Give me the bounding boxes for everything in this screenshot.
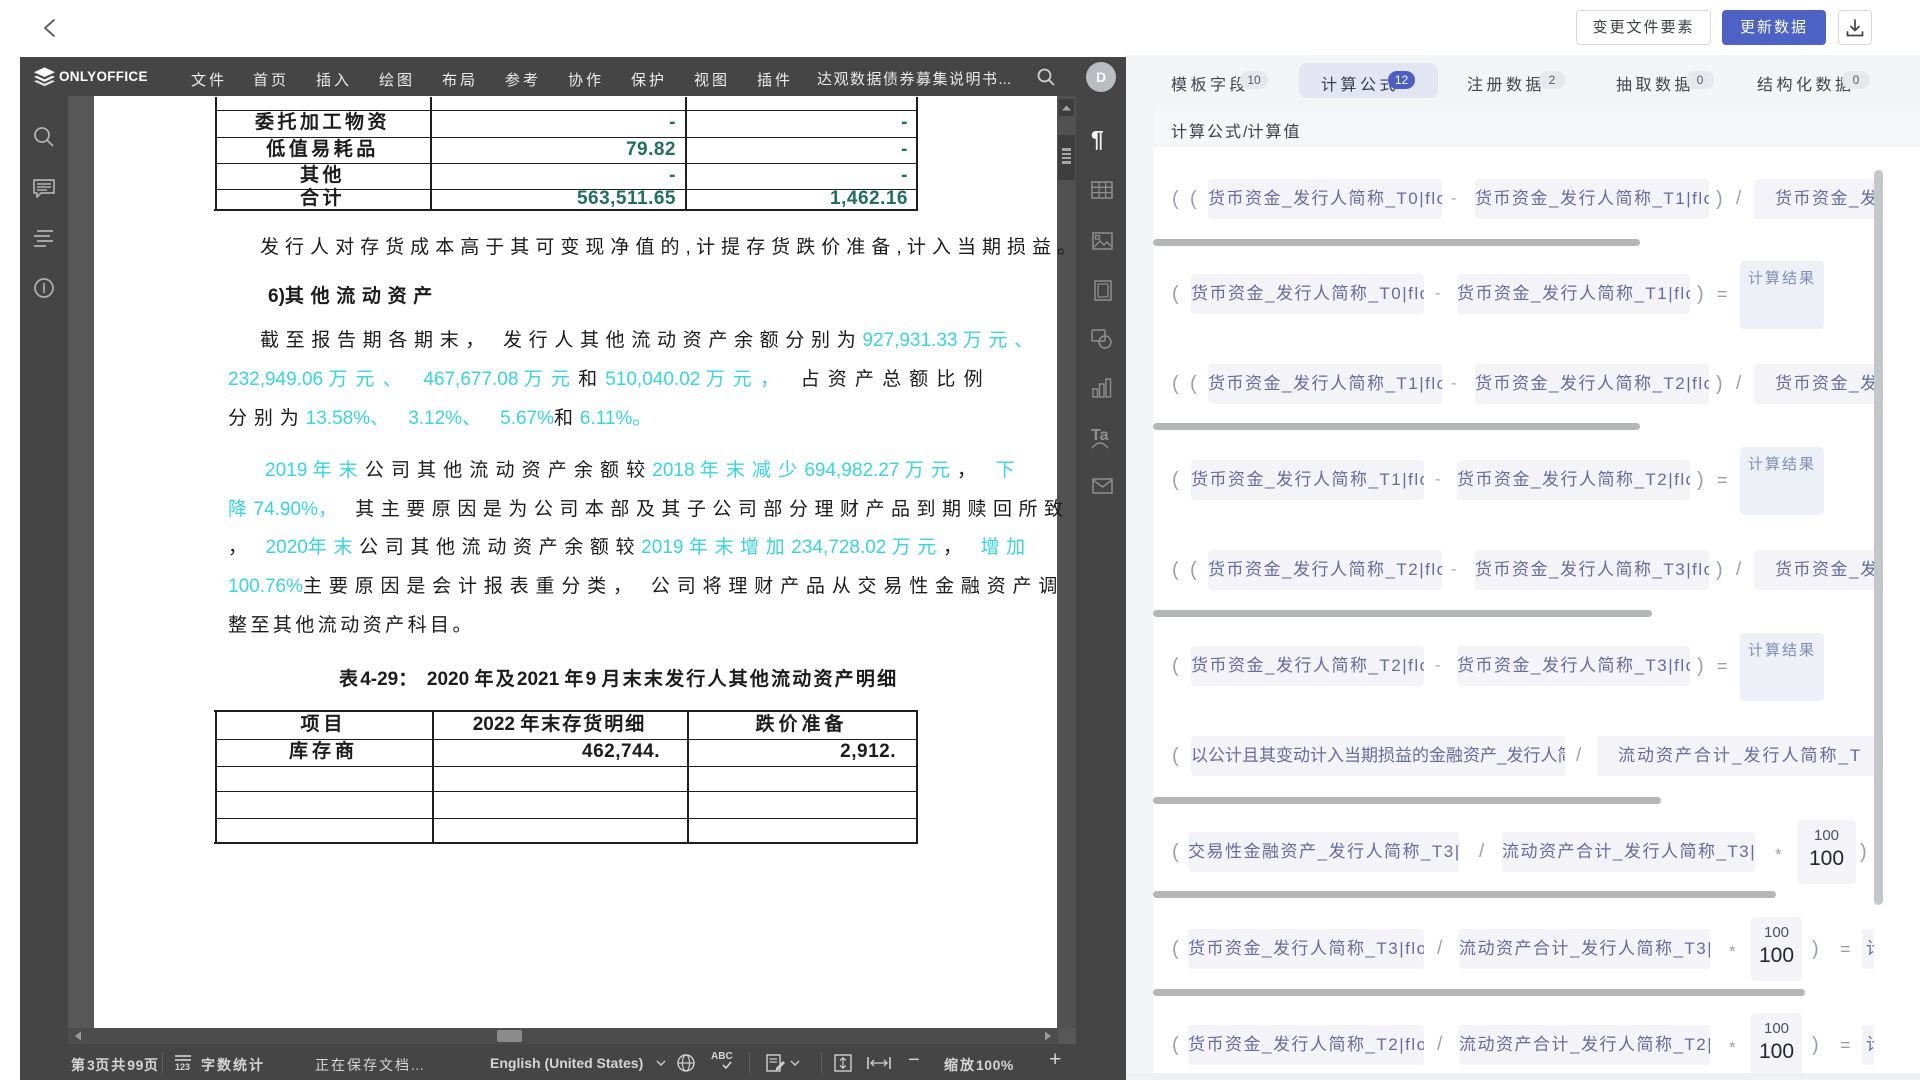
svg-text:123: 123 <box>175 1062 190 1072</box>
